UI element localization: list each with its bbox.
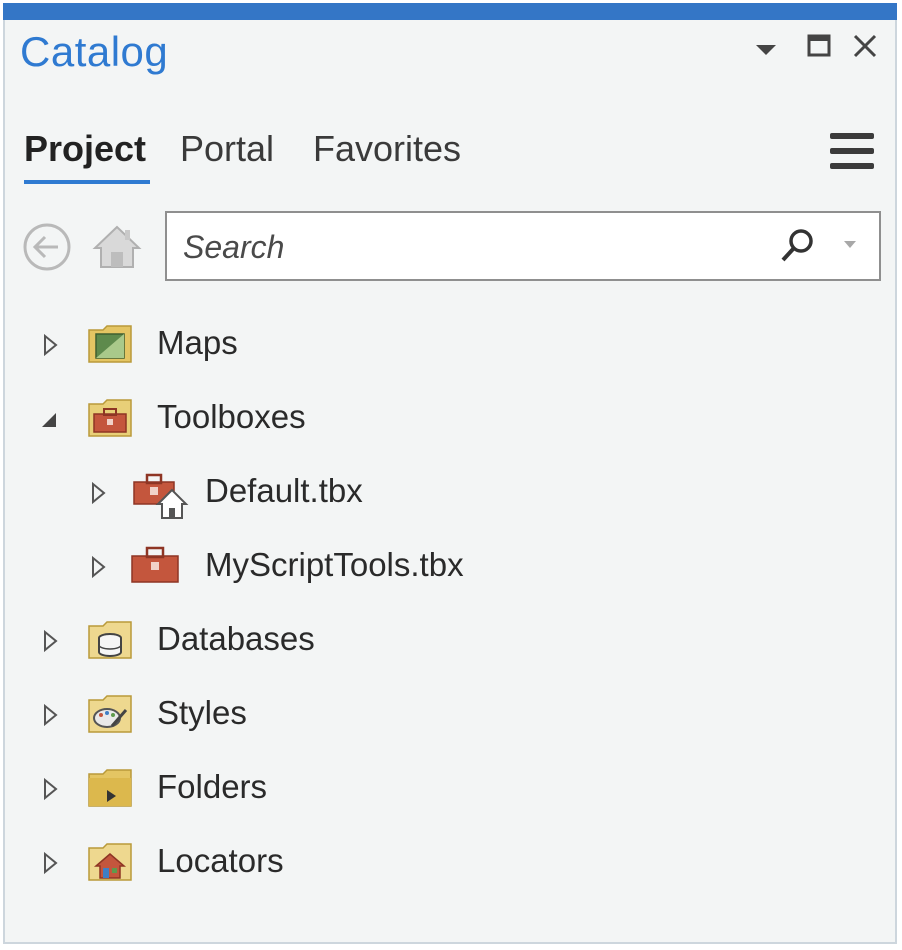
search-icon[interactable] (779, 227, 817, 265)
tree-item-label: Folders (157, 768, 268, 805)
tab-project[interactable]: Project (24, 128, 146, 170)
collapse-arrow-icon[interactable] (40, 407, 60, 431)
expand-arrow-icon[interactable] (88, 481, 108, 505)
home-icon (92, 225, 142, 268)
active-tab-indicator (24, 180, 150, 184)
tab-portal[interactable]: Portal (180, 128, 274, 170)
tree-item-locators[interactable]: Locators (40, 834, 640, 890)
tree-item-databases[interactable]: Databases (40, 612, 640, 668)
maximize-icon (807, 34, 831, 57)
tree-item-label: MyScriptTools.tbx (205, 546, 464, 583)
tree-item-styles[interactable]: Styles (40, 686, 640, 742)
close-button[interactable] (852, 34, 880, 60)
expand-arrow-icon[interactable] (40, 629, 60, 653)
search-box (165, 211, 881, 281)
maps-folder-icon (88, 325, 132, 363)
tab-favorites[interactable]: Favorites (313, 128, 461, 170)
tree-item-label: Maps (157, 324, 238, 361)
tree-item-label: Databases (157, 620, 315, 657)
expand-arrow-icon[interactable] (88, 555, 108, 579)
expand-arrow-icon[interactable] (40, 703, 60, 727)
tree-item-folders[interactable]: Folders (40, 760, 640, 816)
tree-item-toolboxes[interactable]: Toolboxes (40, 390, 640, 446)
pane-title: Catalog (20, 28, 169, 75)
maximize-button[interactable] (806, 34, 834, 60)
expand-arrow-icon[interactable] (40, 333, 60, 357)
tree-item-label: Toolboxes (157, 398, 306, 435)
tree-item-maps[interactable]: Maps (40, 316, 640, 372)
tree-item-label: Default.tbx (205, 472, 363, 509)
hamburger-menu-button[interactable] (830, 133, 874, 171)
default-toolbox-icon (133, 473, 189, 519)
home-button[interactable] (92, 222, 142, 272)
expand-arrow-icon[interactable] (40, 851, 60, 875)
back-button[interactable] (22, 222, 72, 272)
options-dropdown-button[interactable] (752, 34, 780, 60)
hamburger-menu-icon (830, 133, 874, 139)
folders-folder-icon (88, 769, 132, 807)
styles-folder-icon (88, 695, 132, 733)
close-icon (853, 34, 877, 58)
toolbox-icon (131, 546, 179, 583)
tree-item-label: Locators (157, 842, 284, 879)
search-input[interactable] (181, 221, 765, 273)
chevron-down-icon (756, 45, 776, 55)
locators-folder-icon (88, 843, 132, 881)
tree-item-myscripttools-tbx[interactable]: MyScriptTools.tbx (88, 538, 688, 594)
databases-folder-icon (88, 621, 132, 659)
tree-item-label: Styles (157, 694, 247, 731)
toolboxes-folder-icon (88, 399, 132, 437)
expand-arrow-icon[interactable] (40, 777, 60, 801)
search-options-dropdown-icon[interactable] (843, 239, 857, 249)
pane-accent-bar (3, 3, 897, 20)
tree-item-default-tbx[interactable]: Default.tbx (88, 464, 688, 520)
back-arrow-icon (23, 223, 71, 271)
